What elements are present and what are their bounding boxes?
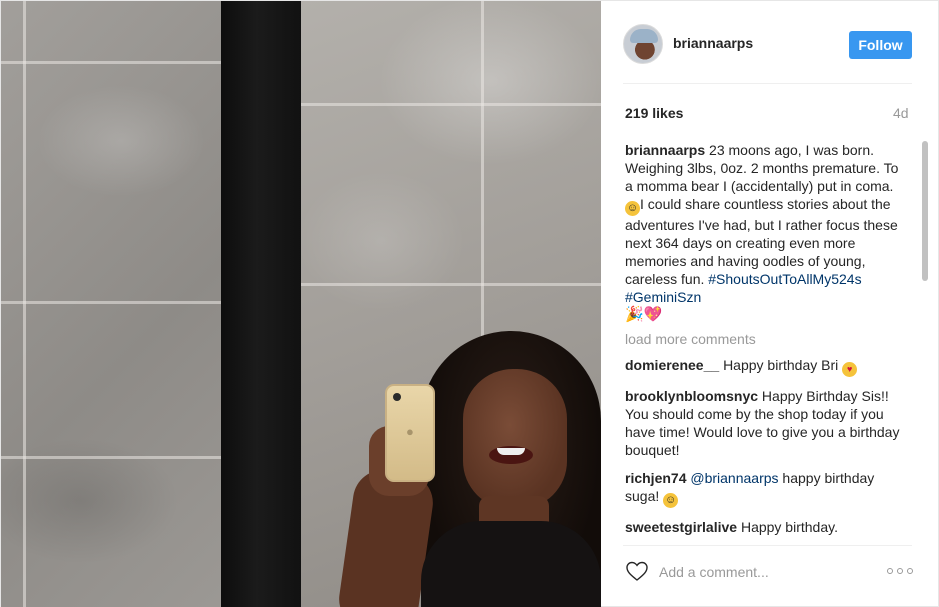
dot	[897, 568, 903, 574]
comment-text: Happy birthday.	[740, 519, 838, 535]
post-header: briannaarps Follow	[601, 1, 939, 84]
follow-button[interactable]: Follow	[849, 31, 912, 59]
list-item: domierenee__ Happy birthday Bri ♥	[625, 356, 909, 377]
person-face	[463, 369, 567, 509]
post-photo[interactable]: ●	[1, 1, 601, 607]
more-options-icon[interactable]	[887, 565, 913, 577]
likes-count[interactable]: 219 likes	[625, 105, 683, 121]
person-top	[421, 521, 601, 607]
divider	[623, 545, 912, 546]
post-sidebar: briannaarps Follow 219 likes 4d briannaa…	[601, 1, 939, 607]
list-item: richjen74 @briannaarps happy birthday su…	[625, 469, 909, 508]
tile-grout	[1, 61, 221, 64]
add-comment-input[interactable]	[659, 560, 879, 584]
phone-camera	[393, 393, 401, 401]
tile-grout	[301, 283, 601, 286]
header-username[interactable]: briannaarps	[673, 35, 753, 51]
smartphone: ●	[385, 384, 435, 482]
comment-username[interactable]: brooklynbloomsnyc	[625, 388, 758, 404]
dot	[907, 568, 913, 574]
comments-list[interactable]: briannaarps 23 moons ago, I was born. We…	[625, 141, 909, 540]
heart-eyes-emoji-icon: ♥	[842, 362, 858, 377]
apple-logo-icon: ●	[406, 424, 414, 439]
grinning-sweat-emoji-icon: ☺	[625, 201, 640, 216]
comment-username[interactable]: domierenee__	[625, 357, 719, 373]
divider	[623, 83, 912, 84]
tile-grout	[1, 456, 221, 459]
caption: briannaarps 23 moons ago, I was born. We…	[625, 141, 909, 324]
tile-grout	[301, 103, 601, 106]
caption-username[interactable]: briannaarps	[625, 142, 705, 158]
heart-outline-icon[interactable]	[625, 559, 649, 583]
mention-link[interactable]: @briannaarps	[690, 470, 778, 486]
tile-grout	[1, 301, 221, 304]
hashtag-link[interactable]: #ShoutsOutToAllMy524s	[708, 271, 861, 287]
winking-emoji-icon: ☺	[663, 493, 679, 508]
party-emoji-icon: 🎉💖	[625, 306, 663, 323]
comment-username[interactable]: sweetestgirlalive	[625, 519, 737, 535]
comments-scrollbar[interactable]	[922, 141, 928, 281]
dot	[887, 568, 893, 574]
avatar-cap	[630, 29, 658, 43]
person-smile	[497, 448, 525, 455]
instagram-post: ● briannaarps Follow 219 likes 4d briann…	[0, 0, 939, 607]
list-item: brooklynbloomsnyc Happy Birthday Sis!! Y…	[625, 387, 909, 459]
mirror-frame	[221, 1, 301, 607]
hashtag-link[interactable]: #GeminiSzn	[625, 289, 701, 305]
post-age[interactable]: 4d	[893, 105, 909, 121]
list-item: sweetestgirlalive Happy birthday.	[625, 518, 909, 536]
load-more-comments-link[interactable]: load more comments	[625, 330, 909, 348]
tile-grout	[23, 1, 26, 607]
comment-username[interactable]: richjen74	[625, 470, 686, 486]
comment-text: Happy birthday Bri	[723, 357, 843, 373]
avatar[interactable]	[623, 24, 663, 64]
